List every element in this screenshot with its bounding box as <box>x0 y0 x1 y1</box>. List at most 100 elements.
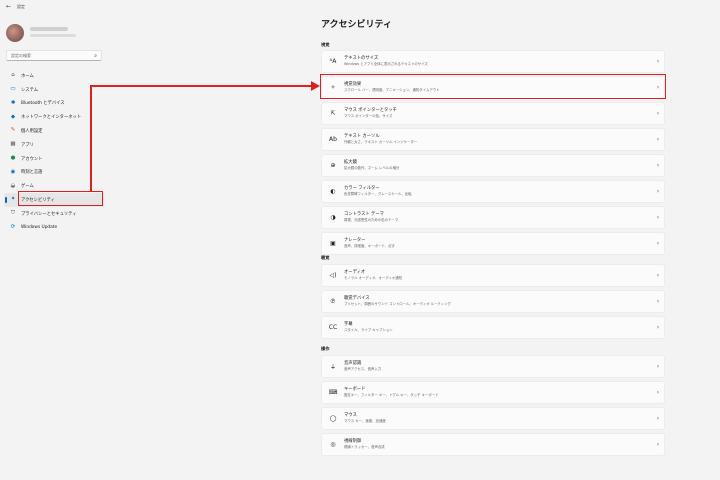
settings-card-eye-control[interactable]: ◎ 視線制御 視線トラッカー、音声合成 › <box>321 433 665 456</box>
avatar[interactable] <box>6 24 24 42</box>
chevron-right-icon: › <box>656 110 660 117</box>
sidebar-item-label: ネットワークとインターネット <box>21 115 82 121</box>
magnifier-icon: ⊕ <box>330 162 336 169</box>
user-profile[interactable] <box>6 22 106 46</box>
microphone-icon: ⏚ <box>329 364 336 371</box>
user-name-blurred <box>30 27 68 31</box>
settings-card-narrator[interactable]: ▣ ナレーター 音声、詳細度、キーボード、点字 › <box>321 232 665 255</box>
settings-card-keyboard[interactable]: ⌨ キーボード 固定キー、フィルター キー、トグル キー、タッチ キーボード › <box>321 381 665 404</box>
settings-card-mouse-pointer[interactable]: ⇱ マウス ポインターとタッチ マウス ポインターの色、サイズ › <box>321 102 665 125</box>
sidebar-item-label: Windows Update <box>21 225 58 231</box>
captions-icon: CC <box>328 324 338 331</box>
card-description: 視線トラッカー、音声合成 <box>344 445 385 449</box>
highlight-box-sidebar <box>18 191 103 206</box>
search-icon[interactable]: ⌕ <box>94 53 97 59</box>
sidebar-item-label: 時刻と言語 <box>21 170 43 176</box>
settings-card-hearing-device[interactable]: ℗ 聴覚デバイス プリセット、周囲のサウンド コントロール、オーディオ ルーティング… <box>321 290 665 313</box>
sidebar-item-label: プライバシーとセキュリティ <box>21 211 77 217</box>
settings-card-captions[interactable]: CC 字幕 スタイル、ライブ キャプション › <box>321 316 665 339</box>
window-title: 設定 <box>17 4 26 9</box>
card-text: マウス ポインターとタッチ マウス ポインターの色、サイズ <box>344 108 652 119</box>
sidebar-item-system[interactable]: ▭ システム <box>4 83 104 97</box>
sidebar: ⌕ ⌂ ホーム ▭ システム ✱ Bluetooth とデバイス ◆ ネットワークとインターネ… <box>0 14 108 480</box>
audio-icon: ◁) <box>329 272 337 279</box>
title-bar: ← 設定 <box>0 0 720 14</box>
sidebar-item-label: Bluetooth とデバイス <box>21 101 65 107</box>
card-text: キーボード 固定キー、フィルター キー、トグル キー、タッチ キーボード <box>344 387 652 398</box>
contrast-theme-icon: ◑ <box>330 214 336 221</box>
sidebar-item-shield[interactable]: ⛉ プライバシーとセキュリティ <box>4 207 104 221</box>
sidebar-item-label: アプリ <box>21 142 34 148</box>
narrator-icon: ▣ <box>330 240 336 247</box>
sidebar-item-label: ゲーム <box>21 184 34 190</box>
card-text: カラー フィルター 色覚障碍フィルター、グレースケール、反転 <box>344 186 652 197</box>
sidebar-item-time-language[interactable]: ◉ 時刻と言語 <box>4 166 104 180</box>
user-email-blurred <box>30 34 76 37</box>
network-icon: ◆ <box>10 113 16 120</box>
home-icon: ⌂ <box>11 72 15 79</box>
chevron-right-icon: › <box>656 136 660 143</box>
search-box[interactable]: ⌕ <box>6 50 102 61</box>
search-input[interactable] <box>11 53 91 58</box>
sidebar-item-label: ホーム <box>21 73 34 79</box>
settings-card-text-cursor[interactable]: Ab テキスト カーソル 外観と太さ、テキスト カーソル インジケーター › <box>321 128 665 151</box>
text-size-icon: ᴬA <box>329 58 337 65</box>
chevron-right-icon: › <box>656 214 660 221</box>
back-arrow-icon[interactable]: ← <box>6 4 11 10</box>
sidebar-item-apps[interactable]: ▦ アプリ <box>4 138 104 152</box>
chevron-right-icon: › <box>656 240 660 247</box>
chevron-right-icon: › <box>656 298 660 305</box>
settings-card-text-size[interactable]: ᴬA テキストのサイズ Windows とアプリ全体に表示されるテキストのサイズ › <box>321 50 665 73</box>
sidebar-item-label: アカウント <box>21 156 43 162</box>
chevron-right-icon: › <box>656 272 660 279</box>
sidebar-item-account[interactable]: ● アカウント <box>4 152 104 166</box>
card-description: 外観と太さ、テキスト カーソル インジケーター <box>344 140 418 144</box>
chevron-right-icon: › <box>656 162 660 169</box>
settings-card-color-filter[interactable]: ◐ カラー フィルター 色覚障碍フィルター、グレースケール、反転 › <box>321 180 665 203</box>
page-title: アクセシビリティ <box>321 20 393 30</box>
card-text: テキストのサイズ Windows とアプリ全体に表示されるテキストのサイズ <box>344 56 652 67</box>
card-description: 弱視、光感受性のための色のテーマ <box>344 218 399 222</box>
card-text: テキスト カーソル 外観と太さ、テキスト カーソル インジケーター <box>344 134 652 145</box>
card-description: モノラル オーディオ、オーディオ通知 <box>344 276 403 280</box>
keyboard-icon: ⌨ <box>328 389 338 396</box>
sidebar-item-network[interactable]: ◆ ネットワークとインターネット <box>4 110 104 124</box>
card-description: 音声アクセス、音声入力 <box>344 367 382 371</box>
system-icon: ▭ <box>10 85 16 92</box>
section-title: 視覚 <box>321 42 330 47</box>
card-description: スタイル、ライブ キャプション <box>344 328 393 332</box>
text-cursor-icon: Ab <box>329 136 337 143</box>
card-text: マウス マウス キー、速度、加速度 <box>344 413 652 424</box>
card-text: ナレーター 音声、詳細度、キーボード、点字 <box>344 238 652 249</box>
apps-icon: ▦ <box>10 141 16 148</box>
sidebar-item-bluetooth[interactable]: ✱ Bluetooth とデバイス <box>4 97 104 111</box>
card-description: マウス ポインターの色、サイズ <box>344 114 393 118</box>
chevron-right-icon: › <box>656 441 660 448</box>
settings-card-audio[interactable]: ◁) オーディオ モノラル オーディオ、オーディオ通知 › <box>321 264 665 287</box>
card-text: 字幕 スタイル、ライブ キャプション <box>344 322 652 333</box>
settings-card-contrast-theme[interactable]: ◑ コントラスト テーマ 弱視、光感受性のための色のテーマ › <box>321 206 665 229</box>
settings-card-microphone[interactable]: ⏚ 音声認識 音声アクセス、音声入力 › <box>321 355 665 378</box>
chevron-right-icon: › <box>656 415 660 422</box>
card-text: 拡大鏡 拡大鏡の動作、ズーム レベルの増分 <box>344 160 652 171</box>
mouse-icon: ◯ <box>329 415 337 422</box>
personalization-icon: ✎ <box>10 127 16 134</box>
mouse-pointer-icon: ⇱ <box>330 110 336 117</box>
color-filter-icon: ◐ <box>330 188 336 195</box>
section-title: 聴覚 <box>321 255 330 260</box>
sidebar-item-label: 個人用設定 <box>21 129 43 135</box>
card-description: Windows とアプリ全体に表示されるテキストのサイズ <box>344 62 428 66</box>
settings-card-magnifier[interactable]: ⊕ 拡大鏡 拡大鏡の動作、ズーム レベルの増分 › <box>321 154 665 177</box>
card-text: 聴覚デバイス プリセット、周囲のサウンド コントロール、オーディオ ルーティング <box>344 296 652 307</box>
sidebar-item-personalization[interactable]: ✎ 個人用設定 <box>4 124 104 138</box>
section-title: 操作 <box>321 346 330 351</box>
settings-card-mouse[interactable]: ◯ マウス マウス キー、速度、加速度 › <box>321 407 665 430</box>
shield-icon: ⛉ <box>10 210 16 217</box>
highlight-box-visual-effects <box>320 74 666 99</box>
sidebar-item-home[interactable]: ⌂ ホーム <box>4 69 104 83</box>
sidebar-item-windows-update[interactable]: ⟳ Windows Update <box>4 221 104 235</box>
card-description: 固定キー、フィルター キー、トグル キー、タッチ キーボード <box>344 393 439 397</box>
card-description: プリセット、周囲のサウンド コントロール、オーディオ ルーティング <box>344 302 451 306</box>
chevron-right-icon: › <box>656 324 660 331</box>
card-description: 拡大鏡の動作、ズーム レベルの増分 <box>344 166 400 170</box>
